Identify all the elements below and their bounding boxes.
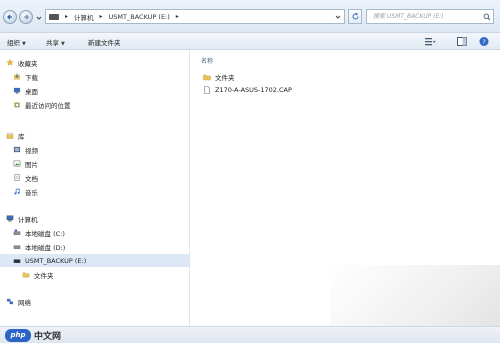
search-box[interactable] <box>366 9 494 24</box>
recent-pages-dropdown[interactable] <box>36 15 42 21</box>
back-arrow-icon <box>7 14 12 20</box>
php-logo: php <box>5 329 31 342</box>
address-bar-area: ▸ 计算机 ▸ USMT_BACKUP (E:) ▸ <box>0 0 500 33</box>
search-icon[interactable] <box>483 13 491 21</box>
nav-item-videos[interactable]: 视频 <box>0 143 190 156</box>
nav-item-drive-e[interactable]: USMT_BACKUP (E:) <box>0 254 190 267</box>
address-dropdown-icon[interactable] <box>335 14 341 20</box>
nav-item-drive-c[interactable]: 本地磁盘 (C:) <box>0 226 190 239</box>
usb-drive-icon <box>13 259 21 263</box>
command-bar: 组织 ▼ 共享 ▼ 新建文件夹 ? <box>0 33 500 50</box>
share-label: 共享 <box>46 39 59 47</box>
pictures-icon <box>13 160 21 167</box>
breadcrumb-computer[interactable]: 计算机 <box>74 12 94 22</box>
nav-favorites-label: 收藏夹 <box>18 59 38 68</box>
search-input[interactable] <box>373 13 483 20</box>
breadcrumb-drive[interactable]: USMT_BACKUP (E:) <box>109 13 170 21</box>
nav-favorites[interactable]: 收藏夹 <box>0 56 190 69</box>
refresh-icon <box>352 12 359 20</box>
back-button[interactable] <box>3 10 17 24</box>
documents-icon <box>14 174 20 181</box>
nav-libraries[interactable]: 库 <box>0 129 190 142</box>
organize-menu[interactable]: 组织 ▼ <box>7 37 26 47</box>
nav-item-label: 文件夹 <box>34 271 54 280</box>
file-item-cap[interactable]: Z170-A-ASUS-1702.CAP <box>203 84 292 96</box>
nav-item-desktop[interactable]: 桌面 <box>0 84 190 97</box>
chevron-down-icon: ▼ <box>22 41 26 47</box>
nav-item-label: 本地磁盘 (C:) <box>25 229 65 238</box>
drive-icon <box>13 245 21 249</box>
nav-item-pictures[interactable]: 图片 <box>0 157 190 170</box>
forward-arrow-icon <box>24 14 29 20</box>
nav-item-label: 桌面 <box>25 87 38 96</box>
watermark-text: 中文网 <box>34 332 62 342</box>
new-folder-label: 新建文件夹 <box>88 39 121 47</box>
breadcrumb-separator: ▸ <box>65 13 69 20</box>
address-input[interactable]: ▸ 计算机 ▸ USMT_BACKUP (E:) ▸ <box>45 9 345 24</box>
nav-network[interactable]: 网络 <box>0 295 190 308</box>
nav-item-downloads[interactable]: 下载 <box>0 70 190 83</box>
libraries-icon <box>6 132 14 139</box>
nav-computer[interactable]: 计算机 <box>0 212 190 225</box>
nav-item-label: USMT_BACKUP (E:) <box>25 256 87 265</box>
new-folder-button[interactable]: 新建文件夹 <box>88 37 121 47</box>
forward-button[interactable] <box>19 10 33 24</box>
preview-pane-icon[interactable] <box>456 36 468 47</box>
nav-item-label: 音乐 <box>25 188 38 197</box>
file-icon <box>204 86 210 94</box>
file-item-folder[interactable]: 文件夹 <box>203 71 235 83</box>
drive-icon <box>49 13 59 20</box>
details-pane: php 中文网 <box>0 326 500 343</box>
column-header-name[interactable]: 名称 <box>201 56 213 65</box>
downloads-folder-icon <box>13 73 21 80</box>
nav-item-documents[interactable]: 文档 <box>0 171 190 184</box>
svg-text:?: ? <box>482 38 485 46</box>
drive-windows-icon <box>13 229 21 235</box>
site-watermark: php 中文网 <box>5 329 61 342</box>
computer-icon <box>6 215 14 222</box>
nav-item-recent-places[interactable]: 最近访问的位置 <box>0 98 190 111</box>
chevron-down-icon: ▼ <box>61 41 65 47</box>
nav-libraries-label: 库 <box>18 132 25 141</box>
nav-item-label: 下载 <box>25 73 38 82</box>
folder-icon <box>203 74 211 81</box>
nav-item-label: 文档 <box>25 174 38 183</box>
folder-icon <box>22 272 30 278</box>
nav-computer-label: 计算机 <box>18 215 38 224</box>
navigation-pane: 收藏夹 下载 桌面 最近访问的位置 库 视频 图片 文档 音乐 计算机 本地磁盘… <box>0 50 190 326</box>
nav-item-label: 视频 <box>25 146 38 155</box>
organize-label: 组织 <box>7 39 20 47</box>
music-icon <box>14 188 20 195</box>
star-icon <box>6 59 14 66</box>
share-menu[interactable]: 共享 ▼ <box>46 37 65 47</box>
nav-item-label: 本地磁盘 (D:) <box>25 243 66 252</box>
nav-network-label: 网络 <box>18 298 31 307</box>
recent-places-icon <box>13 102 21 108</box>
nav-item-drive-d[interactable]: 本地磁盘 (D:) <box>0 240 190 253</box>
nav-item-label: 最近访问的位置 <box>25 101 71 110</box>
help-icon[interactable]: ? <box>478 36 490 47</box>
desktop-icon <box>13 87 21 94</box>
refresh-button[interactable] <box>348 9 362 24</box>
breadcrumb-separator: ▸ <box>175 13 179 20</box>
file-name: 文件夹 <box>215 74 235 82</box>
videos-icon <box>13 146 21 153</box>
nav-item-folder[interactable]: 文件夹 <box>0 268 190 281</box>
nav-item-music[interactable]: 音乐 <box>0 185 190 198</box>
breadcrumb-separator: ▸ <box>99 13 103 20</box>
change-view-icon[interactable] <box>424 36 436 47</box>
nav-item-label: 图片 <box>25 160 38 169</box>
file-name: Z170-A-ASUS-1702.CAP <box>215 86 292 94</box>
network-icon <box>6 298 14 305</box>
